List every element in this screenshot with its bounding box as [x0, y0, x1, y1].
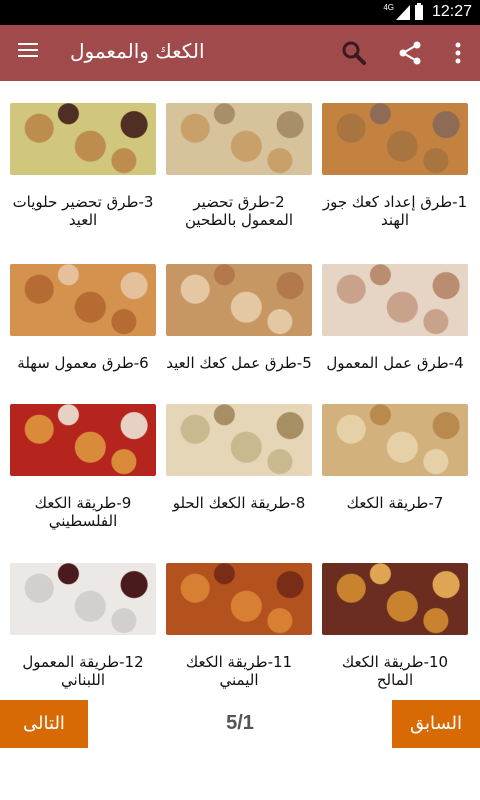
share-icon[interactable] — [396, 39, 424, 67]
recipe-item[interactable]: 2-طرق تحضير المعمول بالطحين — [166, 103, 312, 229]
recipe-item[interactable]: 12-طريقة المعمول اللبناني — [10, 563, 156, 689]
recipe-item[interactable]: 6-طرق معمول سهلة — [10, 264, 156, 372]
recipe-item[interactable]: 10-طريقة الكعك المالح — [322, 563, 468, 689]
recipe-item[interactable]: 7-طريقة الكعك — [322, 404, 468, 512]
recipe-thumbnail[interactable] — [166, 103, 312, 175]
recipe-item[interactable]: 8-طريقة الكعك الحلو — [166, 404, 312, 512]
more-vert-icon[interactable] — [450, 39, 466, 67]
status-bar: 4G 12:27 — [0, 0, 480, 25]
recipe-item[interactable]: 5-طرق عمل كعك العيد — [166, 264, 312, 372]
signal-icon — [396, 5, 410, 20]
recipe-thumbnail[interactable] — [322, 264, 468, 336]
page-indicator: 5/1 — [226, 712, 254, 734]
page-title: الكعك والمعمول — [70, 39, 205, 63]
recipe-thumbnail[interactable] — [322, 103, 468, 175]
previous-button[interactable]: السابق — [392, 700, 480, 748]
app-bar: الكعك والمعمول — [0, 25, 480, 81]
menu-icon[interactable] — [18, 43, 38, 61]
recipe-caption: 10-طريقة الكعك المالح — [341, 653, 449, 689]
recipe-caption: 9-طريقة الكعك الفلسطيني — [34, 494, 132, 530]
recipe-thumbnail[interactable] — [10, 563, 156, 635]
recipe-thumbnail[interactable] — [10, 264, 156, 336]
search-icon[interactable] — [340, 39, 368, 67]
recipe-caption: 11-طريقة الكعك اليمني — [185, 653, 293, 689]
battery-icon — [415, 3, 423, 20]
recipe-thumbnail[interactable] — [166, 404, 312, 476]
network-type: 4G — [383, 3, 394, 12]
status-time: 12:27 — [431, 3, 472, 20]
recipe-caption: 5-طرق عمل كعك العيد — [166, 354, 312, 372]
recipe-caption: 6-طرق معمول سهلة — [17, 354, 149, 372]
recipe-thumbnail[interactable] — [166, 563, 312, 635]
recipe-item[interactable]: 3-طرق تحضير حلويات العيد — [10, 103, 156, 229]
recipe-caption: 2-طرق تحضير المعمول بالطحين — [185, 193, 293, 229]
recipe-thumbnail[interactable] — [322, 563, 468, 635]
recipe-thumbnail[interactable] — [10, 404, 156, 476]
recipe-thumbnail[interactable] — [10, 103, 156, 175]
next-button[interactable]: التالى — [0, 700, 88, 748]
recipe-caption: 3-طرق تحضير حلويات العيد — [12, 193, 154, 229]
recipe-item[interactable]: 11-طريقة الكعك اليمني — [166, 563, 312, 689]
recipe-thumbnail[interactable] — [166, 264, 312, 336]
recipe-caption: 1-طرق إعداد كعك جوز الهند — [322, 193, 468, 229]
recipe-thumbnail[interactable] — [322, 404, 468, 476]
recipe-caption: 4-طرق عمل المعمول — [326, 354, 464, 372]
recipe-item[interactable]: 1-طرق إعداد كعك جوز الهند — [322, 103, 468, 229]
recipe-caption: 7-طريقة الكعك — [346, 494, 444, 512]
recipe-item[interactable]: 9-طريقة الكعك الفلسطيني — [10, 404, 156, 530]
recipe-caption: 12-طريقة المعمول اللبناني — [22, 653, 144, 689]
recipe-caption: 8-طريقة الكعك الحلو — [172, 494, 306, 512]
recipe-item[interactable]: 4-طرق عمل المعمول — [322, 264, 468, 372]
